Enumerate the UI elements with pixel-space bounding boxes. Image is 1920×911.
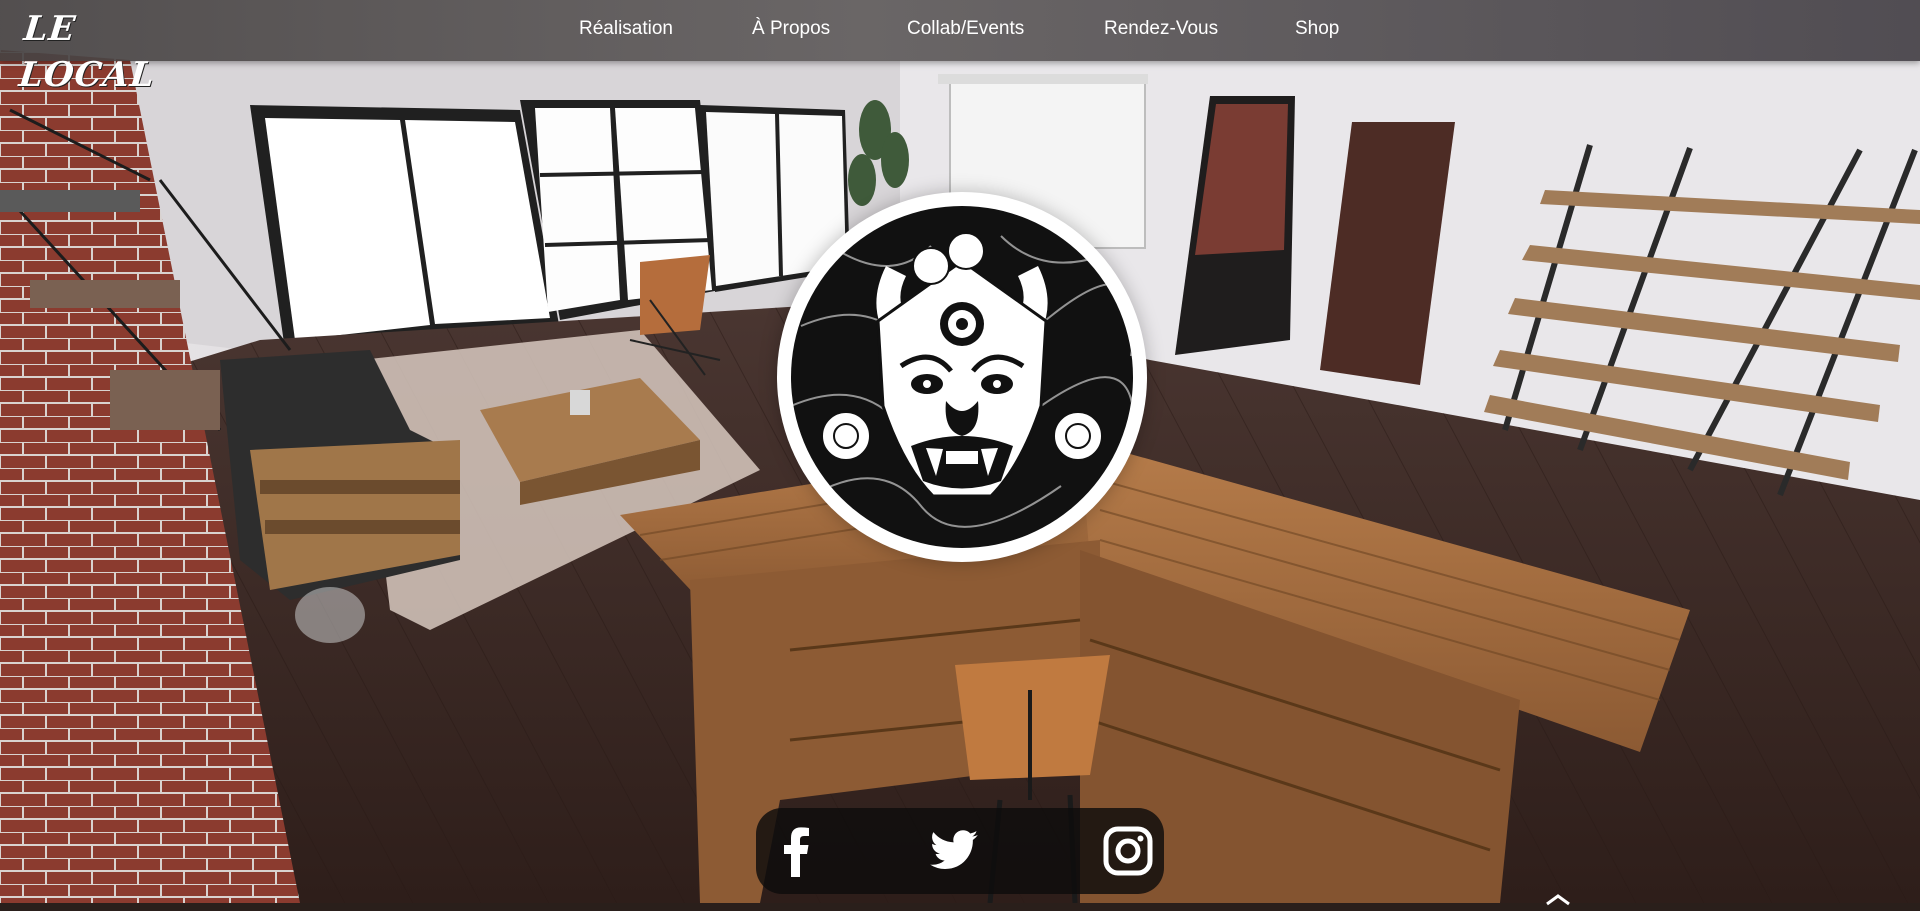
nav-item-a-propos[interactable]: À Propos	[752, 18, 830, 40]
nav-item-rendez-vous[interactable]: Rendez-Vous	[1104, 18, 1218, 40]
nav-item-realisation[interactable]: Réalisation	[579, 18, 673, 40]
twitter-icon[interactable]	[928, 825, 980, 877]
social-links-bar	[756, 808, 1164, 894]
main-nav: Réalisation À Propos Collab/Events Rende…	[0, 0, 1920, 61]
nav-item-shop[interactable]: Shop	[1295, 18, 1339, 40]
facebook-icon[interactable]	[770, 825, 822, 877]
chevron-up-icon[interactable]	[1545, 893, 1571, 906]
brand-emblem	[777, 192, 1147, 562]
instagram-icon[interactable]	[1102, 825, 1154, 877]
nav-item-collab-events[interactable]: Collab/Events	[907, 18, 1024, 40]
top-navbar: LE LOCAL Réalisation À Propos Collab/Eve…	[0, 0, 1920, 95]
demon-mask-icon	[791, 206, 1133, 548]
